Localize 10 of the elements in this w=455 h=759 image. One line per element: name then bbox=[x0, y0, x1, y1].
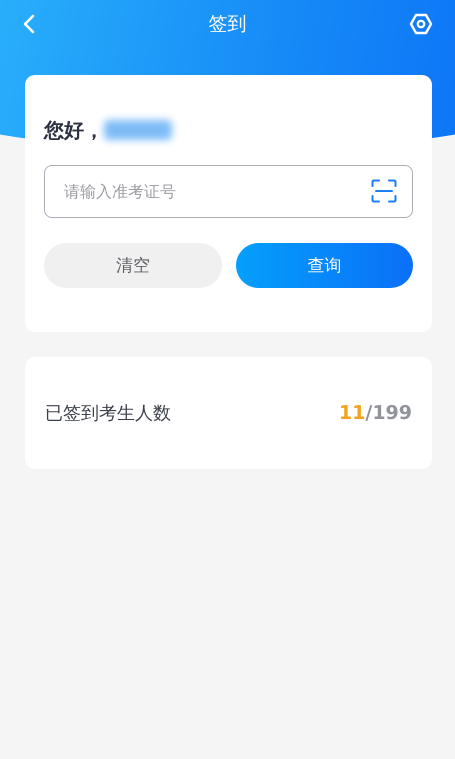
query-button[interactable]: 查询 bbox=[236, 243, 413, 288]
clear-button[interactable]: 清空 bbox=[44, 243, 222, 288]
ticket-number-field[interactable]: 请输入准考证号 bbox=[44, 165, 413, 218]
scan-icon[interactable] bbox=[371, 179, 397, 203]
checkin-count: 11/199 bbox=[338, 402, 412, 424]
redacted-name bbox=[104, 120, 172, 140]
page-title: 签到 bbox=[208, 12, 246, 37]
greeting-text: 您好， bbox=[44, 116, 104, 144]
settings-icon[interactable] bbox=[407, 11, 435, 37]
stats-label: 已签到考生人数 bbox=[45, 402, 171, 425]
